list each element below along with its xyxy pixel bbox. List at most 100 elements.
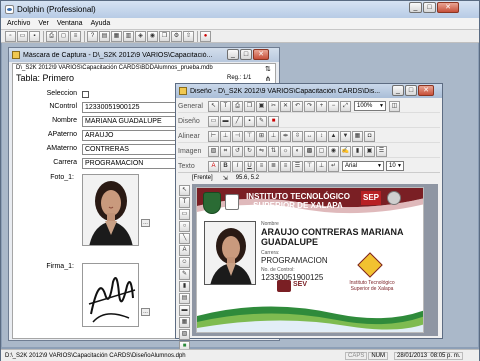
properties-icon[interactable]: ◫ bbox=[389, 100, 400, 112]
align-right-icon[interactable]: ⊣ bbox=[232, 130, 243, 142]
signature-box[interactable] bbox=[82, 263, 139, 327]
tools-icon[interactable]: ⚙ bbox=[171, 30, 182, 42]
photo-tool-icon[interactable]: ☺ bbox=[179, 257, 190, 268]
layout-icon[interactable]: ▦ bbox=[111, 30, 122, 42]
contrast-icon[interactable]: ◐ bbox=[292, 145, 303, 157]
new-icon[interactable]: ▫ bbox=[5, 30, 16, 42]
lock-icon[interactable]: ◘ bbox=[364, 130, 375, 142]
image-props-icon[interactable]: ☰ bbox=[376, 145, 387, 157]
text-center-icon[interactable]: ≣ bbox=[268, 160, 279, 172]
database-icon[interactable]: ≡ bbox=[70, 30, 81, 42]
nav-first-icon[interactable]: ⇅ bbox=[265, 65, 271, 73]
design-maximize-button[interactable]: □ bbox=[405, 85, 417, 96]
zoom-in-icon[interactable]: + bbox=[316, 100, 327, 112]
rect-icon[interactable]: ▬ bbox=[220, 115, 231, 127]
chip-tool-icon[interactable]: ▤ bbox=[179, 293, 190, 304]
cut-icon[interactable]: ✂ bbox=[268, 100, 279, 112]
menu-archivo[interactable]: Archivo bbox=[7, 20, 30, 27]
id-card[interactable]: INSTITUTO TECNOLÓGICO SUPERIOR DE XALAPA… bbox=[196, 187, 424, 333]
print-icon[interactable]: ⎙ bbox=[46, 30, 57, 42]
image-tool-icon[interactable]: ▨ bbox=[179, 329, 190, 340]
seleccion-checkbox[interactable] bbox=[82, 91, 89, 98]
copy-icon[interactable]: ❐ bbox=[244, 100, 255, 112]
barcode-icon[interactable]: ▮ bbox=[352, 145, 363, 157]
close-button[interactable]: ✕ bbox=[437, 2, 459, 13]
align-left-icon[interactable]: ⊢ bbox=[208, 130, 219, 142]
capture-maximize-button[interactable]: □ bbox=[240, 49, 252, 60]
group-icon[interactable]: ▦ bbox=[352, 130, 363, 142]
menu-ayuda[interactable]: Ayuda bbox=[91, 20, 111, 27]
photo-browse-button[interactable]: … bbox=[141, 219, 150, 227]
menu-ver[interactable]: Ver bbox=[38, 20, 49, 27]
shape-icon[interactable]: ▭ bbox=[208, 115, 219, 127]
export-icon[interactable]: ⇧ bbox=[183, 30, 194, 42]
qr-tool-icon[interactable]: ▦ bbox=[179, 317, 190, 328]
cards-icon[interactable]: ▤ bbox=[99, 30, 110, 42]
camera-icon[interactable]: ◉ bbox=[147, 30, 158, 42]
select-tool-icon[interactable]: ↖ bbox=[208, 100, 219, 112]
font-color-icon[interactable]: A bbox=[208, 160, 219, 172]
text-top-icon[interactable]: ⊤ bbox=[304, 160, 315, 172]
brightness-icon[interactable]: ☼ bbox=[280, 145, 291, 157]
photo-box[interactable] bbox=[82, 174, 139, 246]
capture-minimize-button[interactable]: _ bbox=[227, 49, 239, 60]
maximize-button[interactable]: □ bbox=[423, 2, 436, 13]
undo-icon[interactable]: ↶ bbox=[292, 100, 303, 112]
crop-icon[interactable]: ⌗ bbox=[220, 145, 231, 157]
preview-icon[interactable]: ◻ bbox=[58, 30, 69, 42]
record-icon[interactable]: ● bbox=[200, 30, 211, 42]
color-red-icon[interactable]: ■ bbox=[268, 115, 279, 127]
same-height-icon[interactable]: ↕ bbox=[316, 130, 327, 142]
rotate-right-icon[interactable]: ↻ bbox=[244, 145, 255, 157]
text-tool-icon[interactable]: T bbox=[220, 100, 231, 112]
menu-ventana[interactable]: Ventana bbox=[57, 20, 83, 27]
line-icon[interactable]: ╱ bbox=[232, 115, 243, 127]
zoom-select[interactable]: 100% ▼ bbox=[354, 101, 386, 111]
text-justify-icon[interactable]: ☰ bbox=[292, 160, 303, 172]
bold-icon[interactable]: B bbox=[220, 160, 231, 172]
open-icon[interactable]: ▭ bbox=[17, 30, 28, 42]
align-center-icon[interactable]: ⊥ bbox=[220, 130, 231, 142]
send-back-icon[interactable]: ▼ bbox=[340, 130, 351, 142]
delete-icon[interactable]: ✕ bbox=[280, 100, 291, 112]
nav-tree-icon[interactable]: ⋔ bbox=[265, 75, 271, 83]
fill-icon[interactable]: ▪ bbox=[244, 115, 255, 127]
ellipse-tool-icon[interactable]: ○ bbox=[179, 221, 190, 232]
italic-icon[interactable]: I bbox=[232, 160, 243, 172]
zoom-select-icon[interactable]: ⇲ bbox=[223, 175, 228, 182]
fit-icon[interactable]: ⤢ bbox=[340, 100, 351, 112]
distribute-v-icon[interactable]: ⇳ bbox=[292, 130, 303, 142]
font-tool-icon[interactable]: A bbox=[179, 245, 190, 256]
frente-label[interactable]: [Frente] bbox=[192, 175, 213, 181]
text-insert-icon[interactable]: T bbox=[179, 197, 190, 208]
window-icon[interactable]: ❐ bbox=[159, 30, 170, 42]
font-select[interactable]: Arial ▼ bbox=[342, 161, 384, 171]
zoom-out-icon[interactable]: − bbox=[328, 100, 339, 112]
font-size-select[interactable]: 10 ▼ bbox=[386, 161, 404, 171]
flip-v-icon[interactable]: ⇅ bbox=[268, 145, 279, 157]
signature-tool-icon[interactable]: ✎ bbox=[179, 269, 190, 280]
bring-front-icon[interactable]: ▲ bbox=[328, 130, 339, 142]
text-left-icon[interactable]: ≡ bbox=[256, 160, 267, 172]
help-icon[interactable]: ? bbox=[87, 30, 98, 42]
text-right-icon[interactable]: ≡ bbox=[280, 160, 291, 172]
photo-capture-icon[interactable]: ◉ bbox=[328, 145, 339, 157]
transparent-icon[interactable]: ▢ bbox=[316, 145, 327, 157]
paste-icon[interactable]: ▣ bbox=[256, 100, 267, 112]
grayscale-icon[interactable]: ▩ bbox=[304, 145, 315, 157]
rect-tool-icon[interactable]: ▭ bbox=[179, 209, 190, 220]
design-minimize-button[interactable]: _ bbox=[392, 85, 404, 96]
align-top-icon[interactable]: ⊤ bbox=[244, 130, 255, 142]
print-card-icon[interactable]: ⎙ bbox=[232, 100, 243, 112]
capture-close-button[interactable]: ✕ bbox=[253, 49, 269, 60]
pointer-tool-icon[interactable]: ↖ bbox=[179, 185, 190, 196]
align-bottom-icon[interactable]: ⊥ bbox=[268, 130, 279, 142]
text-bottom-icon[interactable]: ⊥ bbox=[316, 160, 327, 172]
pen-icon[interactable]: ✎ bbox=[256, 115, 267, 127]
grid-icon[interactable]: ▥ bbox=[123, 30, 134, 42]
rotate-left-icon[interactable]: ↺ bbox=[232, 145, 243, 157]
flip-h-icon[interactable]: ⇋ bbox=[256, 145, 267, 157]
design-close-button[interactable]: ✕ bbox=[418, 85, 434, 96]
redo-icon[interactable]: ↷ bbox=[304, 100, 315, 112]
image-icon[interactable]: ▨ bbox=[208, 145, 219, 157]
